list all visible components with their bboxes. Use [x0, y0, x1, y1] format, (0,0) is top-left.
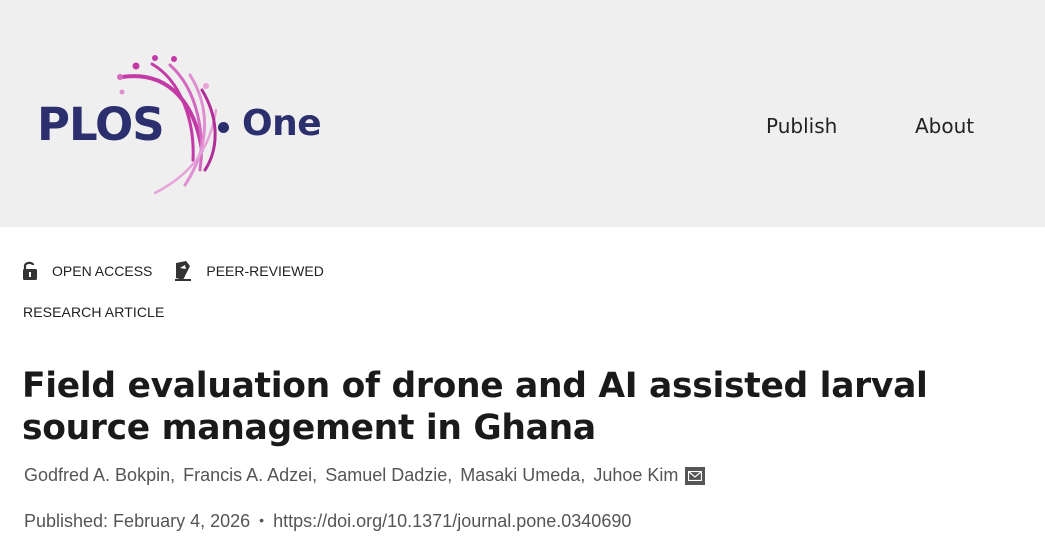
nav-publish-link[interactable]: Publish	[766, 114, 837, 138]
open-access-label: OPEN ACCESS	[52, 263, 153, 279]
author-link[interactable]: Godfred A. Bokpin	[24, 465, 170, 486]
article-type-label: RESEARCH ARTICLE	[23, 304, 165, 320]
article-badges: OPEN ACCESS PEER-REVIEWED	[22, 260, 346, 282]
author-list: Godfred A. Bokpin, Francis A. Adzei, Sam…	[24, 465, 706, 486]
peer-reviewed-label: PEER-REVIEWED	[206, 263, 324, 279]
peer-review-pen-icon	[175, 261, 192, 281]
author-separator: ,	[447, 465, 453, 485]
bullet-separator: •	[259, 512, 265, 528]
author-link[interactable]: Juhoe Kim	[593, 465, 678, 486]
logo-wordmark-plos[interactable]: PLOS	[37, 98, 165, 151]
author-link[interactable]: Samuel Dadzie	[325, 465, 447, 486]
logo-wordmark-one[interactable]: One	[242, 103, 322, 144]
article-title: Field evaluation of drone and AI assiste…	[22, 366, 928, 448]
author-link[interactable]: Francis A. Adzei	[183, 465, 312, 486]
site-header: PLOS One Publish About	[0, 0, 1045, 227]
unlocked-padlock-icon	[23, 261, 37, 280]
peer-reviewed-badge[interactable]: PEER-REVIEWED	[174, 260, 324, 282]
author-separator: ,	[312, 465, 318, 485]
publication-info: Published: February 4, 2026 • https://doi.…	[24, 511, 631, 532]
nav-about-link[interactable]: About	[915, 114, 974, 138]
doi-link[interactable]: https://doi.org/10.1371/journal.pone.034…	[273, 511, 631, 531]
open-access-badge[interactable]: OPEN ACCESS	[22, 261, 152, 281]
published-date: Published: February 4, 2026	[24, 511, 251, 531]
mail-icon[interactable]	[685, 466, 706, 485]
author-separator: ,	[170, 465, 176, 485]
author-separator: ,	[580, 465, 586, 485]
author-link[interactable]: Masaki Umeda	[460, 465, 580, 486]
logo-dot	[218, 122, 229, 133]
